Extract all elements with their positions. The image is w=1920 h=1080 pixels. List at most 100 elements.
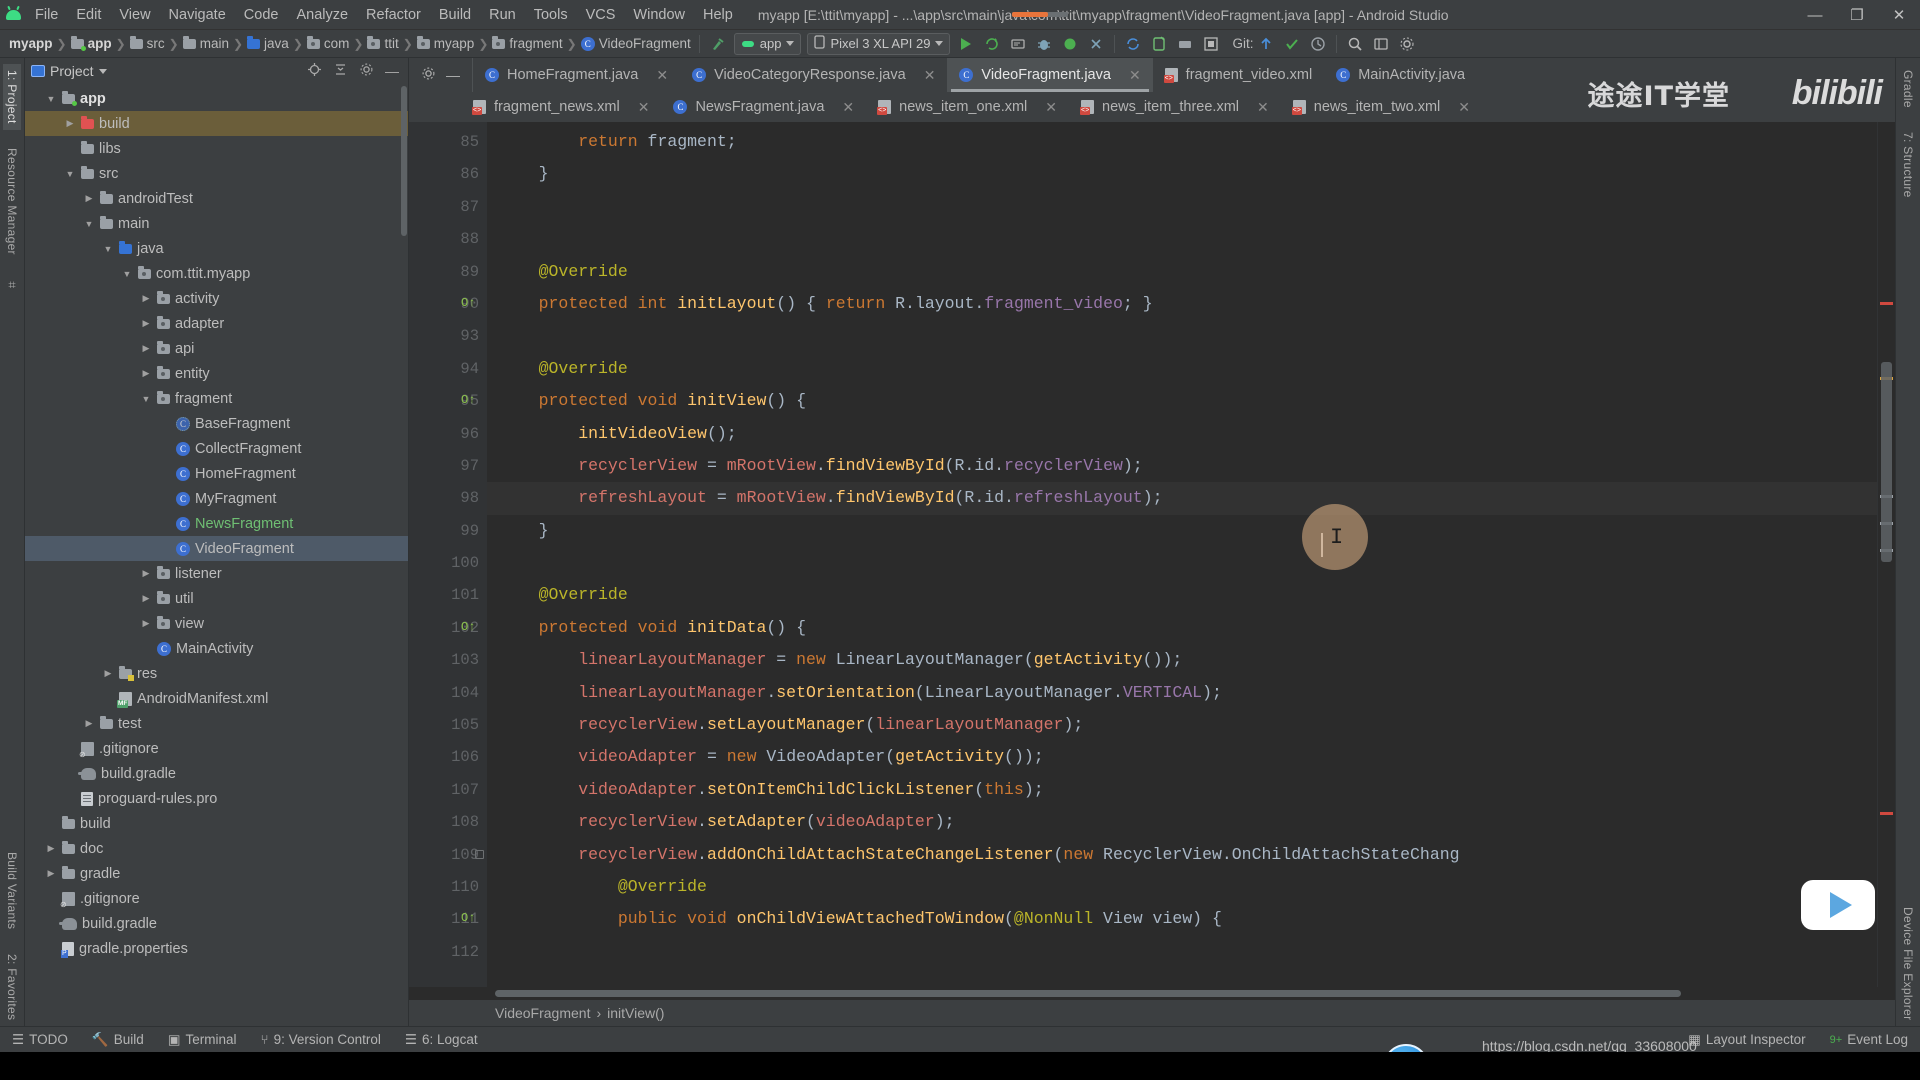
- close-icon[interactable]: ✕: [1045, 99, 1057, 116]
- tool-window-logcat[interactable]: ☰ 6: Logcat: [401, 1030, 482, 1050]
- tree-node-proguard-rules-pro[interactable]: ▶proguard-rules.pro: [25, 786, 408, 811]
- tree-node-videofragment[interactable]: ▶CVideoFragment: [25, 536, 408, 561]
- tool-window-event-log[interactable]: 9+ Event Log: [1826, 1030, 1912, 1049]
- code-line[interactable]: }: [487, 515, 1877, 547]
- chevron-down-icon[interactable]: ▼: [102, 244, 114, 254]
- tree-node-view[interactable]: ▶ view: [25, 611, 408, 636]
- commit-icon[interactable]: [1279, 32, 1305, 56]
- editor-overview-markers[interactable]: [1877, 122, 1895, 987]
- tree-node-build-gradle[interactable]: ▶build.gradle: [25, 911, 408, 936]
- breadcrumb-item-myapp[interactable]: myapp: [6, 35, 56, 52]
- tree-node--gitignore[interactable]: ▶.gitignore: [25, 886, 408, 911]
- breadcrumb[interactable]: myapp ❯ app ❯ src ❯ main ❯ java ❯ com ❯ ttit ❯ myapp ❯ f…: [6, 35, 694, 52]
- tree-node-gradle-properties[interactable]: ▶gradle.properties: [25, 936, 408, 961]
- code-line[interactable]: recyclerView.addOnChildAttachStateChange…: [487, 839, 1877, 871]
- tree-node-src[interactable]: ▼ src: [25, 161, 408, 186]
- code-line[interactable]: initVideoView();: [487, 418, 1877, 450]
- tree-node-gradle[interactable]: ▶ gradle: [25, 861, 408, 886]
- chevron-right-icon[interactable]: ▶: [140, 343, 152, 354]
- layout-inspector-icon[interactable]: [1198, 32, 1224, 56]
- line-number-gutter[interactable]: 85 86 87 88 89 90 O↑ 93 94 95 O↑ 96 97 98 99 100 101 102 O…: [409, 122, 487, 987]
- apply-changes-icon[interactable]: [979, 32, 1005, 56]
- tree-node-res[interactable]: ▶ res: [25, 661, 408, 686]
- code-line[interactable]: @Override: [487, 579, 1877, 611]
- menu-file[interactable]: File: [26, 4, 67, 26]
- editor-tabs-primary[interactable]: C HomeFragment.java ✕ C VideoCategoryRespons…: [473, 58, 1477, 92]
- sdk-manager-icon[interactable]: [1172, 32, 1198, 56]
- tree-node-util[interactable]: ▶ util: [25, 586, 408, 611]
- chevron-down-icon[interactable]: ▼: [64, 169, 76, 179]
- code-line[interactable]: linearLayoutManager.setOrientation(Linea…: [487, 677, 1877, 709]
- gear-icon[interactable]: [356, 62, 377, 80]
- search-everywhere-icon[interactable]: [1342, 32, 1368, 56]
- hide-editor-icon[interactable]: —: [446, 67, 460, 83]
- tree-node-build[interactable]: ▶build: [25, 111, 408, 136]
- tree-node-newsfragment[interactable]: ▶CNewsFragment: [25, 511, 408, 536]
- chevron-right-icon[interactable]: ▶: [45, 843, 57, 854]
- editor-tab-news-item-two-xml[interactable]: news_item_two.xml ✕: [1281, 92, 1482, 122]
- breadcrumb-item-main[interactable]: main: [180, 35, 232, 52]
- tree-node-entity[interactable]: ▶ entity: [25, 361, 408, 386]
- line-number[interactable]: 96: [409, 418, 487, 450]
- menu-run[interactable]: Run: [480, 4, 525, 26]
- avd-manager-icon[interactable]: [1146, 32, 1172, 56]
- editor-tab-news-item-three-xml[interactable]: news_item_three.xml ✕: [1069, 92, 1281, 122]
- code-line[interactable]: [487, 191, 1877, 223]
- chevron-right-icon[interactable]: ▶: [140, 368, 152, 379]
- tree-node-fragment[interactable]: ▼ fragment: [25, 386, 408, 411]
- history-icon[interactable]: [1305, 32, 1331, 56]
- rail-item-resource-manager[interactable]: Resource Manager: [3, 142, 21, 261]
- tree-node-com-ttit-myapp[interactable]: ▼ com.ttit.myapp: [25, 261, 408, 286]
- chevron-right-icon[interactable]: ▶: [140, 618, 152, 629]
- line-number[interactable]: 97: [409, 450, 487, 482]
- tree-node-api[interactable]: ▶ api: [25, 336, 408, 361]
- code-line[interactable]: recyclerView.setLayoutManager(linearLayo…: [487, 709, 1877, 741]
- chevron-down-icon[interactable]: [98, 68, 107, 74]
- tree-node-app[interactable]: ▼ app: [25, 86, 408, 111]
- code-line[interactable]: refreshLayout = mRootView.findViewById(R…: [487, 482, 1877, 515]
- chevron-down-icon[interactable]: ▼: [140, 394, 152, 404]
- line-number[interactable]: 101: [409, 579, 487, 611]
- chevron-right-icon[interactable]: ▶: [102, 668, 114, 679]
- collapse-all-icon[interactable]: [330, 62, 351, 80]
- project-structure-icon[interactable]: [1368, 32, 1394, 56]
- tree-node-androidtest[interactable]: ▶ androidTest: [25, 186, 408, 211]
- line-number[interactable]: 94: [409, 353, 487, 385]
- tool-window-terminal[interactable]: ▣ Terminal: [164, 1030, 241, 1050]
- chevron-right-icon[interactable]: ▶: [64, 118, 76, 129]
- menu-edit[interactable]: Edit: [67, 4, 110, 26]
- gear-icon[interactable]: [421, 66, 436, 84]
- line-number[interactable]: 95 O↑: [409, 385, 487, 417]
- right-tool-rail[interactable]: Gradle 7: Structure Device File Explorer: [1895, 58, 1920, 1026]
- line-number[interactable]: 112: [409, 936, 487, 968]
- breadcrumb-item-app[interactable]: app: [68, 35, 115, 52]
- tool-window-todo[interactable]: ☰ TODO: [8, 1030, 72, 1050]
- line-number[interactable]: 107: [409, 774, 487, 806]
- breadcrumb-item-src[interactable]: src: [127, 35, 168, 52]
- tree-node-build-gradle[interactable]: ▶build.gradle: [25, 761, 408, 786]
- tree-node-libs[interactable]: ▶libs: [25, 136, 408, 161]
- breadcrumb-item-myapp[interactable]: myapp: [414, 35, 478, 52]
- line-number[interactable]: 99: [409, 515, 487, 547]
- rail-item-favorites[interactable]: 2: Favorites: [3, 948, 21, 1026]
- tree-node-homefragment[interactable]: ▶CHomeFragment: [25, 461, 408, 486]
- code-line[interactable]: recyclerView = mRootView.findViewById(R.…: [487, 450, 1877, 482]
- code-line[interactable]: public void onChildViewAttachedToWindow(…: [487, 903, 1877, 935]
- editor-tab-row-1[interactable]: — C HomeFragment.java ✕ C VideoCategoryRespo…: [409, 58, 1895, 92]
- line-number[interactable]: 103: [409, 644, 487, 676]
- line-number[interactable]: 106: [409, 741, 487, 773]
- chevron-down-icon[interactable]: ▼: [83, 219, 95, 229]
- code-line[interactable]: [487, 547, 1877, 579]
- close-icon[interactable]: ✕: [924, 67, 936, 84]
- chevron-right-icon[interactable]: ▶: [83, 718, 95, 729]
- line-number[interactable]: 100: [409, 547, 487, 579]
- line-number[interactable]: 93: [409, 320, 487, 352]
- code-line[interactable]: [487, 936, 1877, 968]
- line-number[interactable]: 105: [409, 709, 487, 741]
- locate-icon[interactable]: [304, 62, 325, 80]
- tool-window-version-control[interactable]: ⑂ 9: Version Control: [257, 1030, 385, 1049]
- tree-node-build[interactable]: ▶build: [25, 811, 408, 836]
- chevron-right-icon[interactable]: ▶: [140, 593, 152, 604]
- breadcrumb-item-videofragment[interactable]: C VideoFragment: [578, 35, 694, 52]
- project-tool-window[interactable]: Project — ▼app▶build▶libs▼src▶androidTes…: [25, 58, 409, 1026]
